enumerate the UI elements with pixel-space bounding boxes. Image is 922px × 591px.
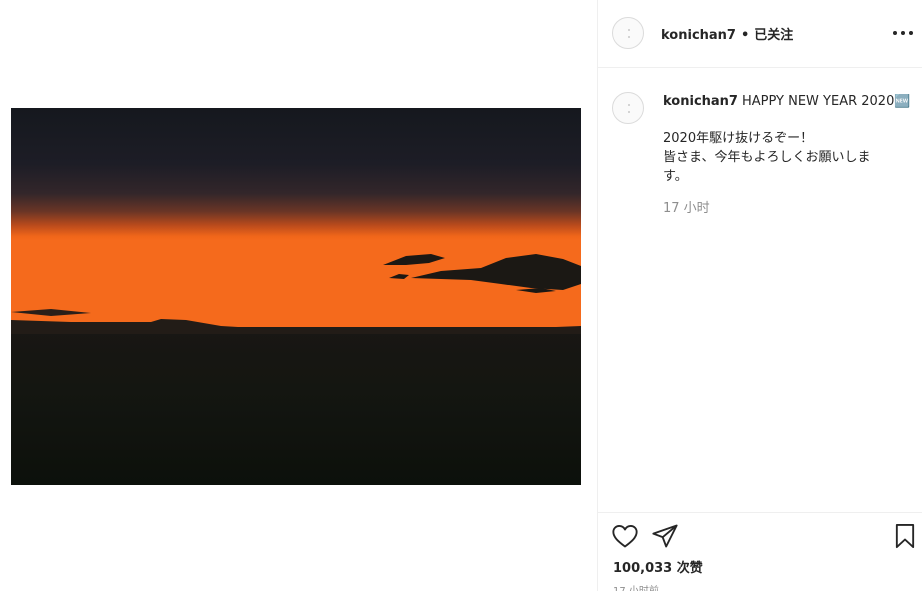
separator: • xyxy=(740,28,750,43)
avatar-placeholder-icon xyxy=(628,104,630,114)
heart-icon[interactable] xyxy=(611,522,639,550)
caption-avatar[interactable] xyxy=(612,92,644,124)
like-count[interactable]: 100,033 次赞 xyxy=(613,557,703,576)
header-info: konichan7 • 已关注 xyxy=(661,24,793,43)
post-header: konichan7 • 已关注 xyxy=(598,0,922,68)
username-link[interactable]: konichan7 xyxy=(661,28,736,43)
caption-timestamp[interactable]: 17 小时 xyxy=(663,197,710,216)
action-bar: 100,033 次赞 17 小时前 xyxy=(598,512,922,591)
caption-headline: HAPPY NEW YEAR 2020🆕 xyxy=(741,94,911,109)
more-options-icon[interactable] xyxy=(892,22,914,44)
bookmark-icon[interactable] xyxy=(891,522,919,550)
avatar-placeholder-icon xyxy=(628,29,630,39)
media-pane xyxy=(0,0,597,591)
sunset-photo xyxy=(11,108,581,485)
follow-status-button[interactable]: 已关注 xyxy=(754,28,793,43)
avatar[interactable] xyxy=(612,17,644,49)
caption-line: 2020年駆け抜けるぞー！ xyxy=(663,131,814,146)
caption-headline-row: konichan7 HAPPY NEW YEAR 2020🆕 xyxy=(663,94,919,109)
post-timestamp[interactable]: 17 小时前 xyxy=(613,582,659,591)
post-sidebar: konichan7 • 已关注 konichan7 HAPPY NEW YEAR 20… xyxy=(598,0,922,591)
caption-username-link[interactable]: konichan7 xyxy=(663,94,738,109)
caption-line: 皆さま、今年もよろしくお願いします。 xyxy=(663,150,871,184)
caption-body: 2020年駆け抜けるぞー！ 皆さま、今年もよろしくお願いします。 xyxy=(663,129,895,186)
post-photo[interactable] xyxy=(11,108,581,485)
paper-plane-icon[interactable] xyxy=(651,522,679,550)
